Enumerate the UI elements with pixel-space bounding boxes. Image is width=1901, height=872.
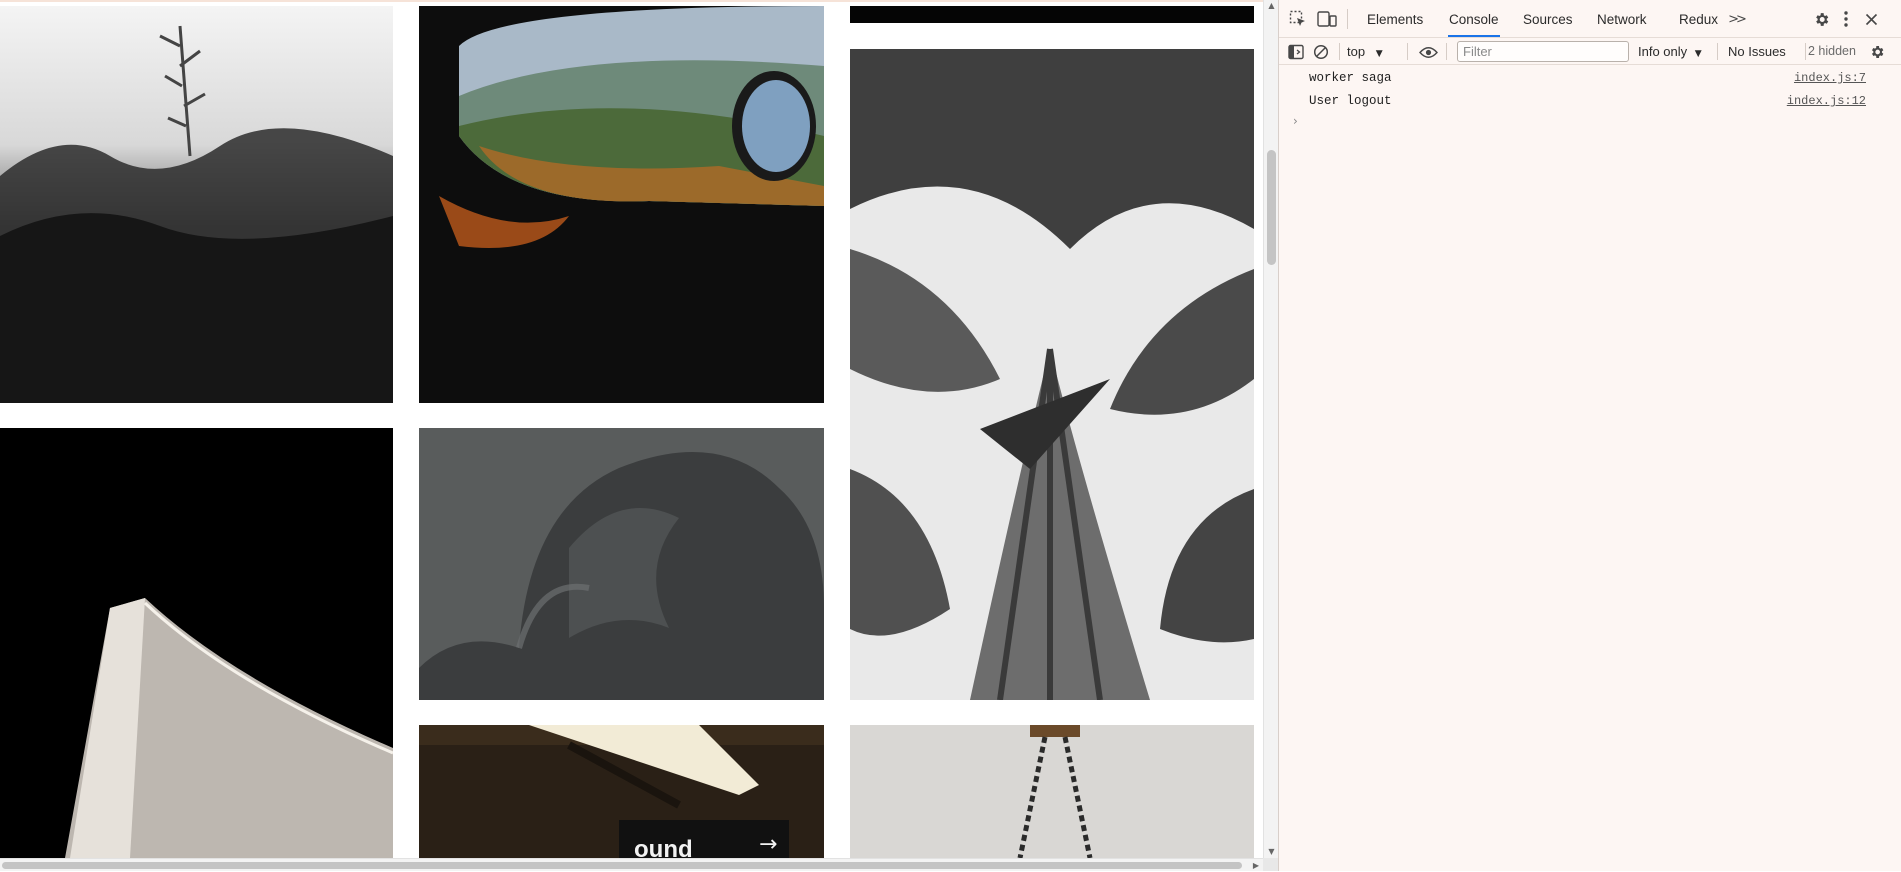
scroll-down-icon[interactable]: ▼	[1264, 846, 1279, 858]
tab-elements[interactable]: Elements	[1366, 0, 1424, 37]
log-message: User logout	[1309, 94, 1392, 108]
tab-console[interactable]: Console	[1448, 0, 1500, 37]
close-devtools-icon[interactable]	[1861, 9, 1881, 29]
toolbar-divider	[1805, 43, 1806, 60]
clear-console-icon[interactable]	[1311, 42, 1331, 62]
mesh-sculpture-photo[interactable]	[0, 428, 393, 858]
toolbar-divider	[1347, 9, 1348, 29]
subway-sign-photo[interactable]: ound →	[419, 725, 824, 858]
hidden-messages-count: 2 hidden	[1808, 44, 1856, 58]
more-options-icon[interactable]	[1836, 9, 1856, 29]
gray-blob-photo[interactable]	[419, 428, 824, 700]
tab-network[interactable]: Network	[1596, 0, 1648, 37]
toolbar-divider	[1407, 43, 1408, 60]
devtools-panel: Elements Console Sources Network Redux >…	[1278, 0, 1901, 871]
sidebar-toggle-icon[interactable]	[1286, 42, 1306, 62]
grass-photo[interactable]	[0, 6, 393, 403]
horizontal-scroll-thumb[interactable]	[2, 862, 1242, 869]
page-vertical-scrollbar[interactable]: ▲ ▼	[1263, 0, 1278, 858]
toolbar-divider	[1339, 43, 1340, 60]
log-message: worker saga	[1309, 71, 1392, 85]
context-selector-label: top	[1347, 44, 1366, 59]
scroll-up-icon[interactable]: ▲	[1264, 0, 1279, 12]
arrow-right-icon: →	[759, 832, 777, 857]
log-source-link[interactable]: index.js:7	[1794, 71, 1866, 85]
tab-redux[interactable]: Redux	[1678, 0, 1719, 37]
dropdown-arrow-icon: ▼	[1694, 49, 1702, 59]
console-settings-gear-icon[interactable]	[1867, 42, 1887, 62]
tab-sources[interactable]: Sources	[1522, 0, 1574, 37]
issues-counter[interactable]: No Issues	[1728, 38, 1786, 65]
log-level-label: Info only	[1638, 44, 1688, 59]
devtools-tab-bar: Elements Console Sources Network Redux >…	[1279, 0, 1901, 38]
console-toolbar: top ▼ Info only ▼ No Issues 2 hidden	[1279, 38, 1901, 65]
settings-gear-icon[interactable]	[1811, 9, 1831, 29]
toolbar-divider	[1446, 43, 1447, 60]
console-prompt-chevron-icon[interactable]: ›	[1293, 114, 1298, 128]
context-selector[interactable]: top ▼	[1347, 38, 1383, 65]
dropdown-arrow-icon: ▼	[1375, 49, 1383, 59]
log-entry: User logout index.js:12	[1279, 90, 1901, 113]
inspect-element-icon[interactable]	[1288, 9, 1308, 29]
scroll-right-icon[interactable]: ▶	[1250, 859, 1262, 872]
chain-lamp-photo[interactable]	[850, 725, 1254, 858]
log-entry: worker saga index.js:7	[1279, 67, 1901, 90]
console-output[interactable]: worker saga index.js:7 User logout index…	[1279, 66, 1901, 871]
scrollbar-corner	[1263, 858, 1278, 871]
page-viewport: ound →	[0, 0, 1263, 871]
console-filter-input[interactable]	[1457, 41, 1629, 62]
black-strip-photo[interactable]	[850, 6, 1254, 23]
subway-sign-text: ound	[634, 836, 693, 858]
toolbar-divider	[1717, 43, 1718, 60]
device-toolbar-icon[interactable]	[1316, 9, 1338, 29]
more-tabs-icon[interactable]: >>	[1725, 9, 1747, 29]
vertical-scroll-thumb[interactable]	[1267, 150, 1276, 265]
log-source-link[interactable]: index.js:12	[1787, 94, 1866, 108]
log-level-dropdown[interactable]: Info only ▼	[1638, 38, 1702, 65]
live-expression-eye-icon[interactable]	[1417, 42, 1439, 62]
page-top-border	[0, 0, 1263, 2]
page-horizontal-scrollbar[interactable]: ▶	[0, 858, 1263, 871]
palm-leaves-photo[interactable]	[850, 49, 1254, 700]
car-window-photo[interactable]	[419, 6, 824, 403]
